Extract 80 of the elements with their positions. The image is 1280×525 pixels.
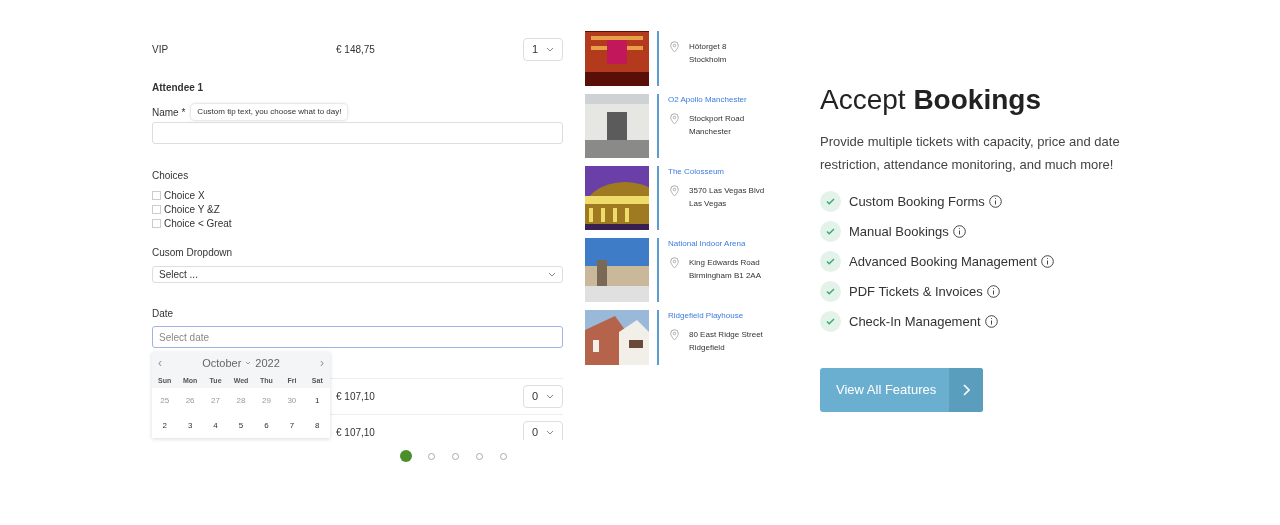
venue-address: Hötorget 8 bbox=[689, 41, 727, 53]
feature-label: Advanced Booking Management bbox=[849, 252, 1037, 271]
checkbox[interactable] bbox=[152, 190, 161, 200]
quantity-select[interactable]: 0 bbox=[522, 421, 563, 440]
chevron-down-icon bbox=[546, 430, 554, 435]
calendar-day[interactable]: 29 bbox=[253, 394, 280, 407]
chevron-down-icon bbox=[548, 272, 556, 277]
map-pin-icon bbox=[670, 41, 679, 53]
info-icon[interactable] bbox=[952, 225, 966, 238]
info-icon[interactable] bbox=[988, 195, 1002, 208]
venue-city: Stockholm bbox=[689, 54, 727, 66]
venue-link[interactable]: Ridgefield Playhouse bbox=[668, 310, 763, 322]
checkbox-label: Choice Y &Z bbox=[164, 202, 220, 217]
calendar-day[interactable]: 28 bbox=[228, 394, 254, 407]
venue-city: Birmingham B1 2AA bbox=[689, 270, 762, 282]
venue-link[interactable]: National Indoor Arena bbox=[668, 238, 762, 250]
info-icon[interactable] bbox=[986, 285, 1000, 298]
calendar-day[interactable]: 25 bbox=[152, 394, 178, 407]
check-icon bbox=[820, 281, 841, 302]
venue-link[interactable]: O2 Apollo Manchester bbox=[668, 94, 747, 106]
venue-link[interactable]: The Colosseum bbox=[668, 166, 765, 178]
dropdown-select[interactable]: Select ... bbox=[152, 266, 563, 283]
ticket-name: VIP bbox=[152, 43, 170, 57]
map-pin-icon bbox=[670, 185, 679, 197]
check-icon bbox=[820, 221, 841, 242]
calendar-day[interactable]: 2 bbox=[152, 419, 178, 432]
field-label: Cusom Dropdown bbox=[152, 246, 234, 260]
year-field[interactable]: 2022 bbox=[255, 354, 280, 372]
checkbox-label: Choice X bbox=[164, 188, 205, 203]
field-label: Date bbox=[152, 307, 175, 321]
venue-address: King Edwards Road bbox=[689, 257, 761, 269]
info-icon[interactable] bbox=[984, 315, 998, 328]
calendar-day[interactable]: 5 bbox=[228, 419, 254, 432]
calendar-day[interactable]: 27 bbox=[202, 394, 229, 407]
map-pin-icon bbox=[670, 257, 679, 269]
section-description: Provide multiple tickets with capacity, price and date restriction, attendance monitoring, and much more! bbox=[820, 133, 1121, 174]
venue-address: 80 East Ridge Street bbox=[689, 329, 763, 341]
checkbox[interactable] bbox=[152, 218, 161, 228]
venue-city: Las Vegas bbox=[689, 198, 728, 210]
check-icon bbox=[820, 191, 841, 212]
checkbox[interactable] bbox=[152, 204, 161, 214]
map-pin-icon bbox=[670, 329, 679, 341]
feature-label: Manual Bookings bbox=[849, 222, 949, 241]
calendar-day[interactable]: 8 bbox=[304, 419, 330, 432]
calendar-day[interactable]: 4 bbox=[202, 419, 229, 432]
venue-city: Manchester bbox=[689, 126, 732, 138]
info-icon[interactable] bbox=[1040, 255, 1054, 268]
feature-label: Custom Booking Forms bbox=[849, 192, 985, 211]
venue-address: 3570 Las Vegas Blvd bbox=[689, 185, 765, 197]
chevron-right-icon bbox=[962, 384, 970, 396]
field-label: Choices bbox=[152, 169, 190, 183]
venue-city: Ridgefield bbox=[689, 342, 726, 354]
tooltip: Custom tip text, you choose what to day! bbox=[191, 104, 348, 120]
feature-label: Check-In Management bbox=[849, 312, 981, 331]
check-icon bbox=[820, 251, 841, 272]
chevron-down-icon bbox=[546, 394, 554, 399]
check-icon bbox=[820, 311, 841, 332]
name-field[interactable] bbox=[152, 122, 563, 144]
section-heading: Accept Bookings bbox=[820, 83, 1042, 117]
chevron-down-icon bbox=[546, 47, 554, 52]
calendar-day[interactable]: 1 bbox=[304, 394, 330, 407]
date-field[interactable]: Select date bbox=[152, 326, 563, 348]
field-label: Name * bbox=[152, 105, 186, 120]
quantity-select[interactable]: 1 bbox=[522, 38, 563, 61]
chevron-down-icon bbox=[245, 361, 252, 365]
ticket-price: € 107,10 bbox=[336, 426, 376, 440]
feature-label: PDF Tickets & Invoices bbox=[849, 282, 983, 301]
calendar-day[interactable]: 30 bbox=[279, 394, 305, 407]
attendee-title: Attendee 1 bbox=[152, 81, 205, 95]
calendar-day[interactable]: 26 bbox=[177, 394, 203, 407]
calendar-day[interactable]: 3 bbox=[177, 419, 203, 432]
calendar-day[interactable]: 6 bbox=[253, 419, 280, 432]
calendar-day[interactable]: 7 bbox=[279, 419, 305, 432]
map-pin-icon bbox=[670, 113, 679, 125]
month-select[interactable]: October bbox=[202, 354, 242, 372]
ticket-price: € 107,10 bbox=[336, 390, 376, 404]
ticket-price: € 148,75 bbox=[336, 43, 376, 57]
checkbox-label: Choice < Great bbox=[164, 216, 232, 231]
venue-address: Stockport Road bbox=[689, 113, 745, 125]
quantity-select[interactable]: 0 bbox=[522, 385, 563, 408]
